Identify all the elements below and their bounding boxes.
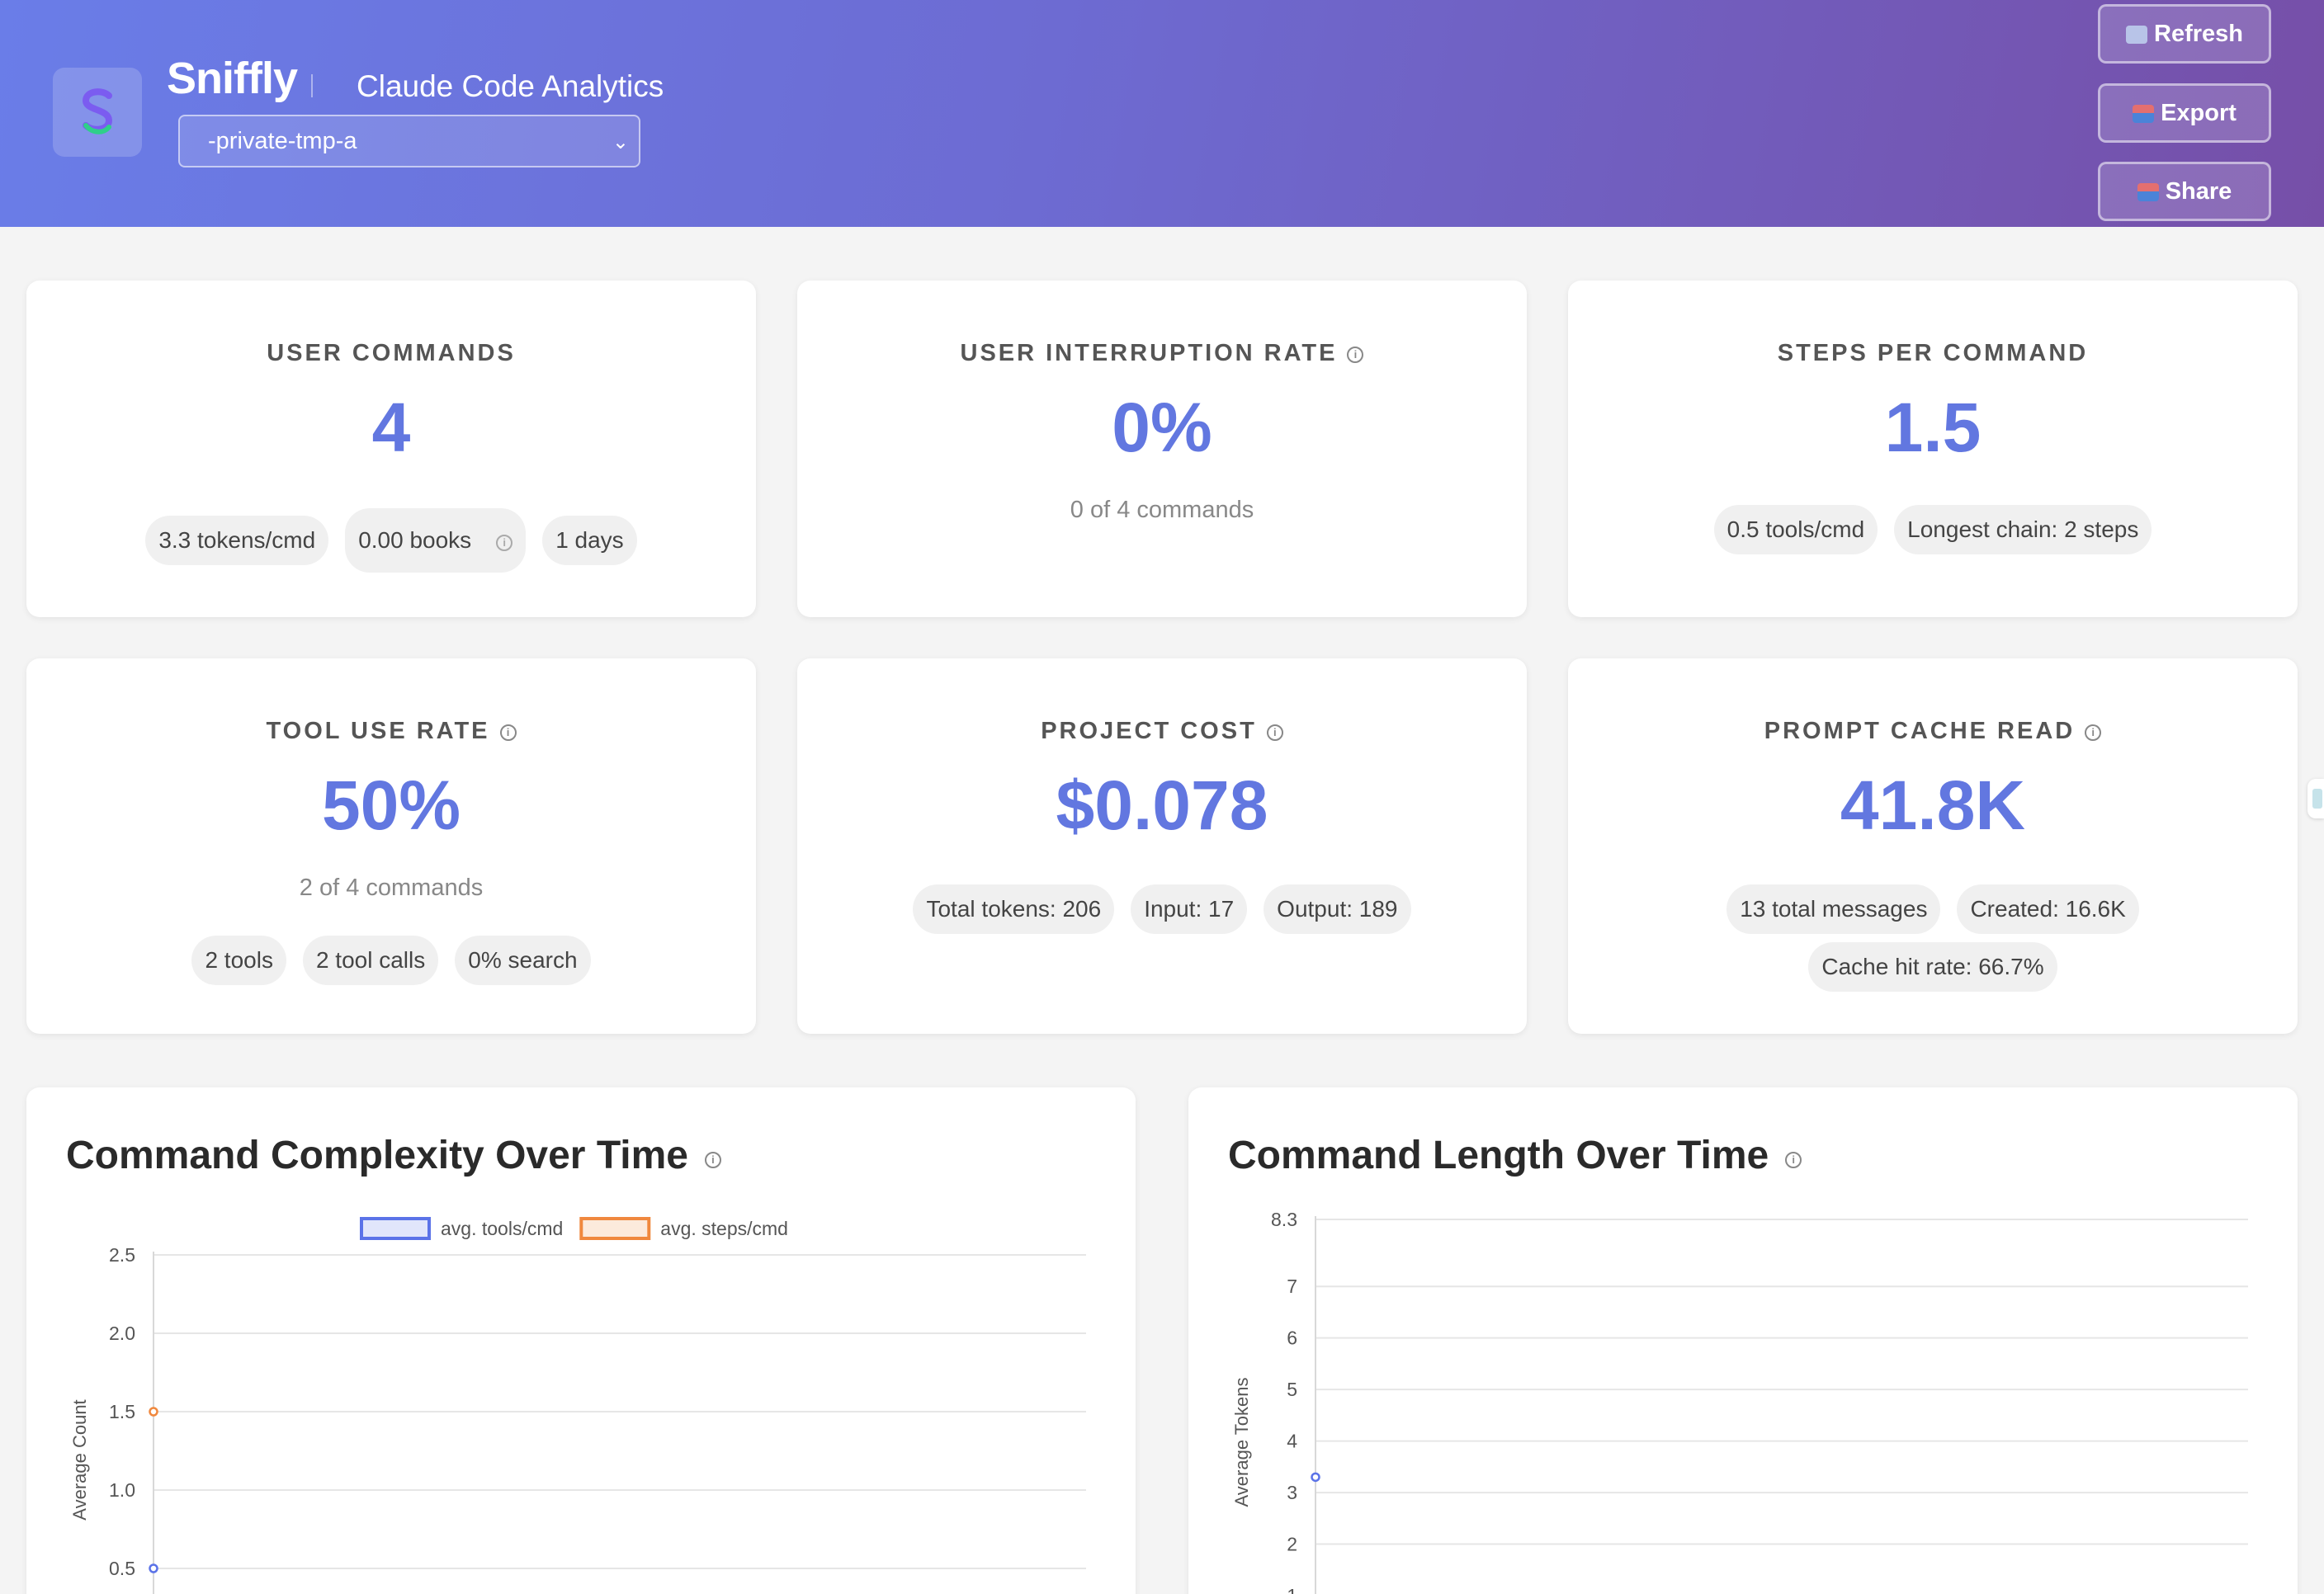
card-title: PROMPT CACHE READ i: [1568, 718, 2298, 745]
y-tick-label: 1: [1287, 1585, 1297, 1594]
pill-row: 13 total messages Created: 16.6K: [1568, 884, 2298, 934]
y-tick-label: 6: [1287, 1328, 1297, 1349]
export-label: Export: [2161, 100, 2237, 126]
y-tick-label: 5: [1287, 1379, 1297, 1400]
card-title: TOOL USE RATE i: [26, 718, 756, 745]
y-tick-label: 2.0: [109, 1323, 135, 1344]
pill-row: 0.5 tools/cmd Longest chain: 2 steps: [1568, 505, 2298, 554]
info-icon[interactable]: i: [2085, 724, 2102, 741]
export-button[interactable]: Export: [2098, 83, 2271, 143]
app-subtitle: Claude Code Analytics: [357, 69, 664, 103]
interruption-rate-card: USER INTERRUPTION RATE i 0% 0 of 4 comman…: [797, 281, 1527, 617]
total-tokens-pill: Total tokens: 206: [913, 884, 1115, 934]
pill-row: 2 tools 2 tool calls 0% search: [26, 936, 756, 985]
project-cost-card: PROJECT COST i $0.078 Total tokens: 206 I…: [797, 658, 1527, 1034]
app-header: Sniffly Claude Code Analytics -private-t…: [0, 0, 2324, 227]
complexity-chart: 2.5 2.0 1.5 1.0 0.5 Average Count avg. tools/c…: [69, 1217, 1086, 1594]
project-select-value: -private-tmp-a: [208, 128, 357, 154]
legend-label: avg. tools/cmd: [441, 1218, 563, 1239]
refresh-label: Refresh: [2154, 21, 2243, 47]
books-pill: 0.00 books i: [345, 508, 527, 573]
y-axis-label: Average Tokens: [1231, 1378, 1252, 1507]
card-value: $0.078: [1056, 766, 1268, 844]
data-point: [149, 1563, 158, 1573]
y-axis-label: Average Count: [69, 1399, 90, 1520]
legend-label: avg. steps/cmd: [660, 1218, 788, 1239]
steps-per-command-card: STEPS PER COMMAND 1.5 0.5 tools/cmd Long…: [1568, 281, 2298, 617]
refresh-button[interactable]: Refresh: [2098, 4, 2271, 64]
tools-pill: 2 tools: [191, 936, 286, 985]
chevron-down-icon: ⌄: [612, 131, 629, 153]
total-messages-pill: 13 total messages: [1726, 884, 1941, 934]
y-tick-label: 8.3: [1271, 1209, 1297, 1230]
input-tokens-pill: Input: 17: [1131, 884, 1248, 934]
y-tick-label: 3: [1287, 1482, 1297, 1503]
tool-calls-pill: 2 tool calls: [302, 936, 439, 985]
data-point: [149, 1407, 158, 1417]
prompt-cache-card: PROMPT CACHE READ i 41.8K 13 total messag…: [1568, 658, 2298, 1034]
project-select[interactable]: -private-tmp-a ⌄: [178, 115, 640, 167]
side-panel-tab[interactable]: [2307, 779, 2324, 818]
brand-name: Sniffly: [167, 54, 298, 103]
brand-divider: [311, 74, 313, 97]
complexity-chart-card: Command Complexity Over Time i 2.5 2.0 1.5 1…: [26, 1087, 1136, 1594]
length-chart: 8.3 7 6 5 4 3 2 1 Average Tokens: [1231, 1209, 2248, 1594]
refresh-icon: [2126, 26, 2147, 44]
legend-swatch: [360, 1217, 431, 1240]
tokens-per-cmd-pill: 3.3 tokens/cmd: [145, 516, 329, 565]
panel-icon: [2312, 789, 2322, 809]
y-tick-label: 4: [1287, 1431, 1297, 1452]
longest-chain-pill: Longest chain: 2 steps: [1894, 505, 2152, 554]
data-point: [1311, 1472, 1320, 1483]
card-value: 4: [371, 389, 411, 466]
info-icon[interactable]: i: [1266, 724, 1283, 741]
card-value: 50%: [321, 766, 461, 844]
card-title: USER COMMANDS: [267, 340, 516, 366]
pill-row: 3.3 tokens/cmd 0.00 books i 1 days: [26, 508, 756, 573]
y-tick-label: 7: [1287, 1276, 1297, 1297]
card-title-label: PROJECT COST: [1041, 718, 1257, 744]
info-icon[interactable]: i: [496, 535, 513, 551]
card-subtext: 0 of 4 commands: [1070, 497, 1254, 523]
cache-created-pill: Created: 16.6K: [1957, 884, 2139, 934]
legend-swatch: [579, 1217, 651, 1240]
pill-row: Total tokens: 206 Input: 17 Output: 189: [797, 884, 1527, 934]
logo-icon: [82, 88, 113, 134]
card-value: 41.8K: [1840, 766, 2026, 844]
y-tick-label: 2: [1287, 1534, 1297, 1555]
card-title-label: TOOL USE RATE: [266, 718, 490, 744]
search-pill: 0% search: [455, 936, 591, 985]
card-title: USER INTERRUPTION RATE i: [797, 340, 1527, 367]
pill-row: Cache hit rate: 66.7%: [1568, 942, 2298, 992]
card-title-label: PROMPT CACHE READ: [1764, 718, 2076, 744]
share-button[interactable]: Share: [2098, 162, 2271, 221]
app-logo: [53, 68, 142, 157]
y-tick-label: 2.5: [109, 1244, 135, 1266]
y-tick-label: 1.0: [109, 1479, 135, 1501]
share-label: Share: [2165, 178, 2232, 205]
info-icon[interactable]: i: [1347, 347, 1364, 363]
tool-use-rate-card: TOOL USE RATE i 50% 2 of 4 commands 2 too…: [26, 658, 756, 1034]
outbox-icon: [2133, 105, 2155, 123]
card-title-label: USER INTERRUPTION RATE: [960, 340, 1338, 366]
card-title: STEPS PER COMMAND: [1777, 340, 2089, 366]
output-tokens-pill: Output: 189: [1264, 884, 1411, 934]
y-tick-label: 0.5: [109, 1558, 135, 1579]
card-subtext: 2 of 4 commands: [299, 875, 484, 901]
books-label: 0.00 books: [358, 527, 472, 553]
outbox-icon: [2137, 183, 2159, 201]
y-tick-label: 1.5: [109, 1401, 135, 1422]
user-commands-card: USER COMMANDS 4 3.3 tokens/cmd 0.00 book…: [26, 281, 756, 617]
cache-hit-rate-pill: Cache hit rate: 66.7%: [1808, 942, 2057, 992]
card-value: 1.5: [1884, 389, 1982, 466]
tools-per-cmd-pill: 0.5 tools/cmd: [1713, 505, 1878, 554]
card-value: 0%: [1112, 389, 1212, 466]
length-chart-card: Command Length Over Timei 8.37654321Aver…: [1188, 1087, 2298, 1594]
days-pill: 1 days: [542, 516, 637, 565]
card-title: PROJECT COST i: [797, 718, 1527, 745]
info-icon[interactable]: i: [499, 724, 517, 741]
